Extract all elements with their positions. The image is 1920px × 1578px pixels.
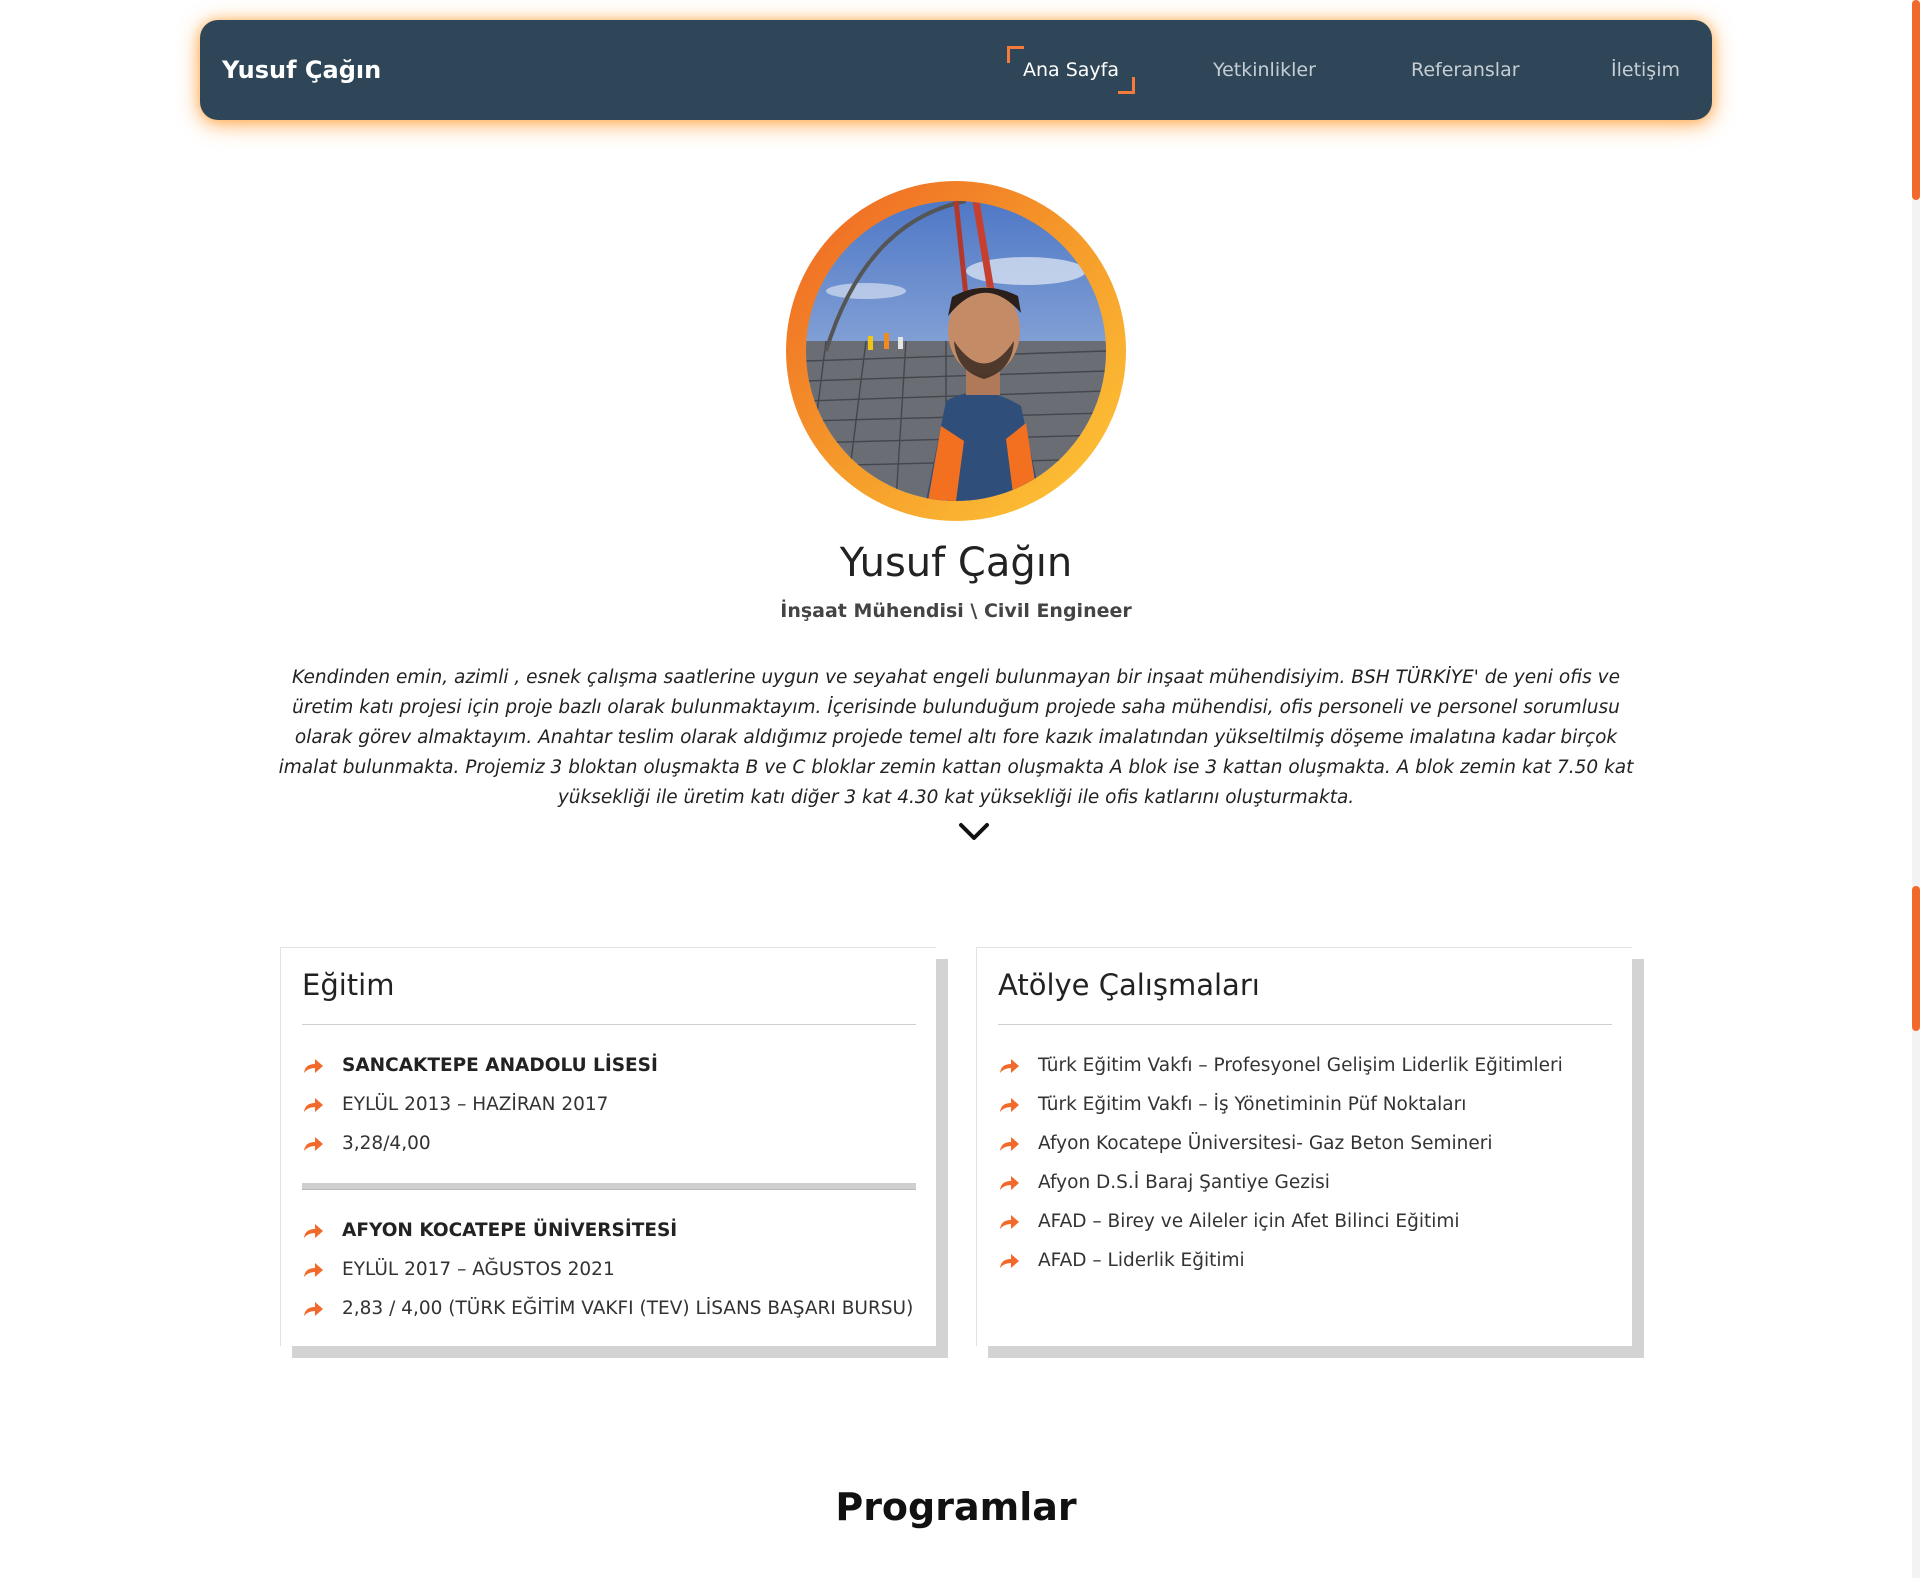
active-corner-top-left [1007,46,1024,63]
nav-link-ana-sayfa[interactable]: Ana Sayfa [1007,20,1136,120]
school-grade: 2,83 / 4,00 (TÜRK EĞİTİM VAKFI (TEV) LİS… [342,1298,914,1319]
school-name: SANCAKTEPE ANADOLU LİSESİ [342,1055,658,1076]
share-arrow-icon [1000,1215,1019,1229]
share-arrow-icon [304,1098,323,1112]
share-arrow-icon [1000,1059,1019,1073]
share-arrow-icon [304,1263,323,1277]
school-period: EYLÜL 2017 – AĞUSTOS 2021 [342,1259,615,1280]
top-navbar: Yusuf Çağın Ana Sayfa Yetkinlikler Refer… [200,20,1712,120]
scrollbar-thumb[interactable] [1912,0,1920,200]
profile-photo [806,201,1106,501]
nav-link-iletisim[interactable]: İletişim [1611,20,1680,120]
workshop-label: Türk Eğitim Vakfı – Profesyonel Gelişim … [1038,1055,1563,1076]
page-scrollbar[interactable] [1912,0,1920,1578]
divider [302,1024,916,1025]
nav-link-yetkinlikler[interactable]: Yetkinlikler [1213,20,1316,120]
share-arrow-icon [1000,1137,1019,1151]
education-title: Eğitim [302,968,395,1002]
profile-name: Yusuf Çağın [839,540,1073,586]
workshop-label: Türk Eğitim Vakfı – İş Yönetiminin Püf N… [1038,1094,1467,1115]
profile-bio: Kendinden emin, azimli , esnek çalışma s… [278,666,1634,808]
active-corner-bottom-right [1118,77,1136,94]
share-arrow-icon [304,1137,323,1151]
divider [302,1183,916,1190]
share-arrow-icon [304,1224,323,1238]
workshop-label: Afyon Kocatepe Üniversitesi- Gaz Beton S… [1038,1133,1493,1154]
nav-link-referanslar[interactable]: Referanslar [1411,20,1520,120]
avatar-ring [786,181,1126,521]
brand-name[interactable]: Yusuf Çağın [222,20,381,120]
school-grade: 3,28/4,00 [342,1133,431,1154]
workshops-title: Atölye Çalışmaları [998,968,1260,1002]
programs-heading: Programlar [835,1485,1077,1529]
school-name: AFYON KOCATEPE ÜNİVERSİTESİ [342,1220,678,1241]
workshops-card: Atölye Çalışmaları Türk Eğitim Vakfı – P… [976,947,1632,1346]
education-card: Eğitim SANCAKTEPE ANADOLU LİSESİ EYLÜL 2… [280,947,936,1346]
chevron-down-icon[interactable] [957,820,991,844]
workshop-label: Afyon D.S.İ Baraj Şantiye Gezisi [1038,1172,1330,1193]
share-arrow-icon [1000,1254,1019,1268]
nav-link-label: Ana Sayfa [1023,59,1120,81]
share-arrow-icon [304,1059,323,1073]
scrollbar-marker [1912,886,1920,1031]
share-arrow-icon [1000,1098,1019,1112]
share-arrow-icon [1000,1176,1019,1190]
divider [998,1024,1612,1025]
profile-title: İnşaat Mühendisi \ Civil Engineer [780,600,1132,622]
share-arrow-icon [304,1302,323,1316]
workshop-label: AFAD – Birey ve Aileler için Afet Bilinc… [1038,1211,1460,1232]
workshop-label: AFAD – Liderlik Eğitimi [1038,1250,1245,1271]
school-period: EYLÜL 2013 – HAZİRAN 2017 [342,1094,609,1115]
